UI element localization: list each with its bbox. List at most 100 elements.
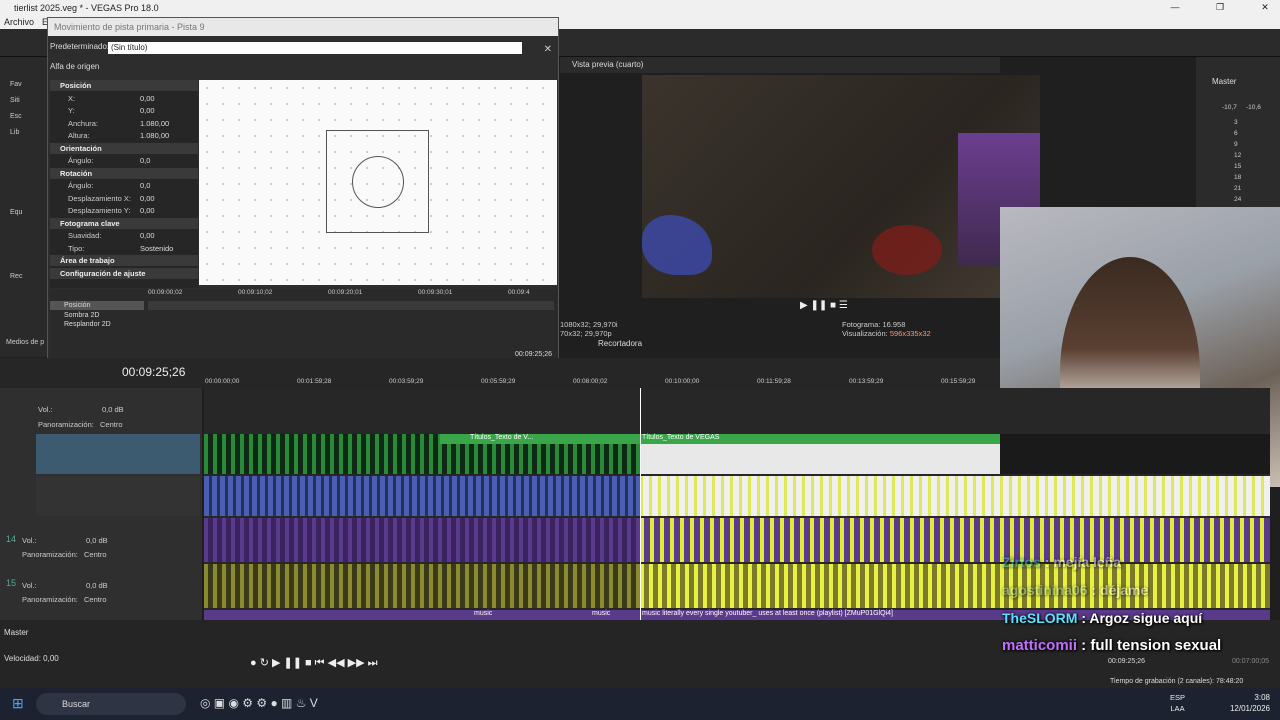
- rotation-circle[interactable]: [352, 156, 404, 208]
- audio-clip[interactable]: [640, 564, 1270, 608]
- keyframe-panel: 00:09:00;02 00:09:10;02 00:09:20;01 00:0…: [50, 289, 558, 364]
- properties-panel: Posición X: 0,00 Y: 0,00 Anchura: 1.080,00 Altu…: [50, 80, 198, 288]
- video-clip[interactable]: [640, 476, 1270, 516]
- property-group[interactable]: Configuración de ajuste: [50, 267, 198, 279]
- timeline-ruler-tick: 00:08:00;02: [573, 378, 608, 385]
- property-value[interactable]: Sostenido: [140, 243, 173, 254]
- taskbar-clock[interactable]: 3:08 12/01/2026: [1230, 692, 1270, 714]
- property-value[interactable]: 0,00: [140, 105, 155, 116]
- preset-dropdown[interactable]: (Sin título): [108, 42, 522, 54]
- source-alpha-dropdown[interactable]: Alfa de origen: [50, 62, 99, 71]
- video-lane[interactable]: [204, 476, 1270, 516]
- taskbar-search[interactable]: Buscar: [36, 693, 186, 715]
- property-row[interactable]: Ángulo: 0,0: [50, 155, 198, 166]
- track-headers: Vol.: 0,0 dB Panoramización: Centro 14 V…: [0, 388, 202, 620]
- property-group[interactable]: Orientación: [50, 142, 198, 154]
- explorer-item[interactable]: Lib: [10, 129, 19, 136]
- music-clip[interactable]: music: [474, 610, 492, 617]
- property-row[interactable]: Y: 0,00: [50, 105, 198, 116]
- explorer-item[interactable]: Rec: [10, 273, 22, 280]
- preview-transport[interactable]: ▶ ❚❚ ■ ☰: [800, 300, 880, 316]
- explorer-item[interactable]: Equ: [10, 209, 22, 216]
- music-clip[interactable]: music literally every single youtuber_ u…: [642, 610, 893, 617]
- menu-archivo[interactable]: Archivo: [4, 17, 34, 27]
- vol-value[interactable]: 0,0 dB: [86, 581, 108, 590]
- windows-taskbar: ⊞ Buscar ◎ ▣ ◉ ⚙ ⚙ ● ▥ ♨ V ESP LAA 3:08 12…: [0, 688, 1280, 720]
- recorder-tab[interactable]: Recortadora: [598, 339, 642, 348]
- windows-start-icon[interactable]: ⊞: [12, 695, 24, 712]
- property-group[interactable]: Posición: [50, 80, 198, 91]
- property-row[interactable]: Altura: 1.080,00: [50, 130, 198, 141]
- close-icon[interactable]: ✕: [544, 44, 552, 55]
- explorer-item[interactable]: Fav: [10, 81, 22, 88]
- music-clip[interactable]: music: [592, 610, 610, 617]
- property-row[interactable]: Ángulo: 0,0: [50, 180, 198, 191]
- master-label: Master: [1212, 77, 1237, 86]
- pan-value[interactable]: Centro: [100, 420, 123, 429]
- property-value[interactable]: 0,0: [140, 180, 150, 191]
- maximize-button[interactable]: ❐: [1205, 0, 1235, 15]
- lane-shadow[interactable]: Sombra 2D: [50, 311, 144, 320]
- audio-clip[interactable]: [640, 518, 1270, 562]
- meter-scale-tick: 15: [1234, 163, 1242, 170]
- property-row[interactable]: Suavidad: 0,00: [50, 230, 198, 241]
- title-clip[interactable]: Títulos_Texto de V...: [440, 434, 640, 444]
- property-group[interactable]: Área de trabajo: [50, 255, 198, 266]
- explorer-item[interactable]: Siti: [10, 97, 20, 104]
- property-row[interactable]: Anchura: 1.080,00: [50, 118, 198, 129]
- pan-value[interactable]: Centro: [84, 595, 107, 604]
- media-tab[interactable]: Medios de p: [6, 339, 44, 346]
- ruler-tick: 00:09:30;01: [418, 289, 453, 296]
- meter-scale-tick: 12: [1234, 152, 1242, 159]
- preview-hand: [642, 215, 712, 275]
- chat-message: TheSLORM : Argoz sigue aquí: [1002, 610, 1203, 626]
- preview-mode-dropdown[interactable]: Vista previa (cuarto): [572, 60, 643, 69]
- property-row[interactable]: Desplazamiento Y: 0,00: [50, 205, 198, 216]
- track-frame[interactable]: [326, 130, 429, 233]
- property-value[interactable]: 0,00: [140, 93, 155, 104]
- close-button[interactable]: ✕: [1250, 0, 1280, 15]
- pan-label: Panoramización:: [22, 595, 78, 604]
- timeline-ruler-tick: 00:11:59;28: [757, 378, 791, 385]
- video-track-header[interactable]: [36, 476, 200, 516]
- timeline-timecode: 00:09:25;26: [122, 365, 186, 379]
- meter-scale-tick: 21: [1234, 185, 1242, 192]
- explorer-item[interactable]: Esc: [10, 113, 22, 120]
- language-indicator[interactable]: ESP LAA: [1170, 692, 1185, 714]
- property-group[interactable]: Rotación: [50, 167, 198, 179]
- preset-label: Predeterminado:: [50, 42, 110, 51]
- vol-label: Vol.:: [38, 405, 53, 414]
- video-track-header[interactable]: [36, 434, 200, 474]
- video-lane[interactable]: Títulos_Texto de V... Títulos_Texto de V…: [204, 434, 1270, 474]
- transport-controls[interactable]: ● ↻ ▶ ❚❚ ■ ⏮ ◀◀ ▶▶ ⏭: [250, 656, 378, 670]
- minimize-button[interactable]: —: [1160, 0, 1190, 15]
- property-group[interactable]: Fotograma clave: [50, 217, 198, 229]
- property-row[interactable]: Desplazamiento X: 0,00: [50, 193, 198, 204]
- timeline-ruler-tick: 00:10:00;00: [665, 378, 700, 385]
- property-row[interactable]: X: 0,00: [50, 93, 198, 104]
- ruler-tick: 00:09:10;02: [238, 289, 273, 296]
- speed-label: Velocidad: 0,00: [4, 654, 59, 663]
- playhead[interactable]: [640, 388, 641, 620]
- property-value[interactable]: 1.080,00: [140, 118, 169, 129]
- motion-canvas[interactable]: [199, 80, 557, 285]
- property-value[interactable]: 0,00: [140, 205, 155, 216]
- property-row[interactable]: Tipo: Sostenido: [50, 243, 198, 254]
- track-number: 14: [6, 534, 17, 544]
- title-clip[interactable]: Títulos_Texto de VEGAS: [640, 434, 1000, 444]
- window-titlebar: tierlist 2025.veg * - VEGAS Pro 18.0 — ❐…: [0, 0, 1280, 15]
- property-value[interactable]: 0,0: [140, 155, 150, 166]
- pan-value[interactable]: Centro: [84, 550, 107, 559]
- keyframe-track[interactable]: [148, 301, 554, 310]
- vol-value[interactable]: 0,0 dB: [102, 405, 124, 414]
- property-value[interactable]: 0,00: [140, 193, 155, 204]
- track-motion-dialog: Movimiento de pista primaria - Pista 9 P…: [47, 17, 559, 365]
- taskbar-apps-icon[interactable]: ◎ ▣ ◉ ⚙ ⚙ ● ▥ ♨ V: [200, 696, 318, 710]
- selection-time: 00:07:00;05: [1232, 658, 1269, 665]
- property-value[interactable]: 0,00: [140, 230, 155, 241]
- vol-value[interactable]: 0,0 dB: [86, 536, 108, 545]
- pan-label: Panoramización:: [22, 550, 78, 559]
- lane-position[interactable]: Posición: [50, 301, 144, 310]
- lane-glow[interactable]: Resplandor 2D: [50, 320, 144, 329]
- property-value[interactable]: 1.080,00: [140, 130, 169, 141]
